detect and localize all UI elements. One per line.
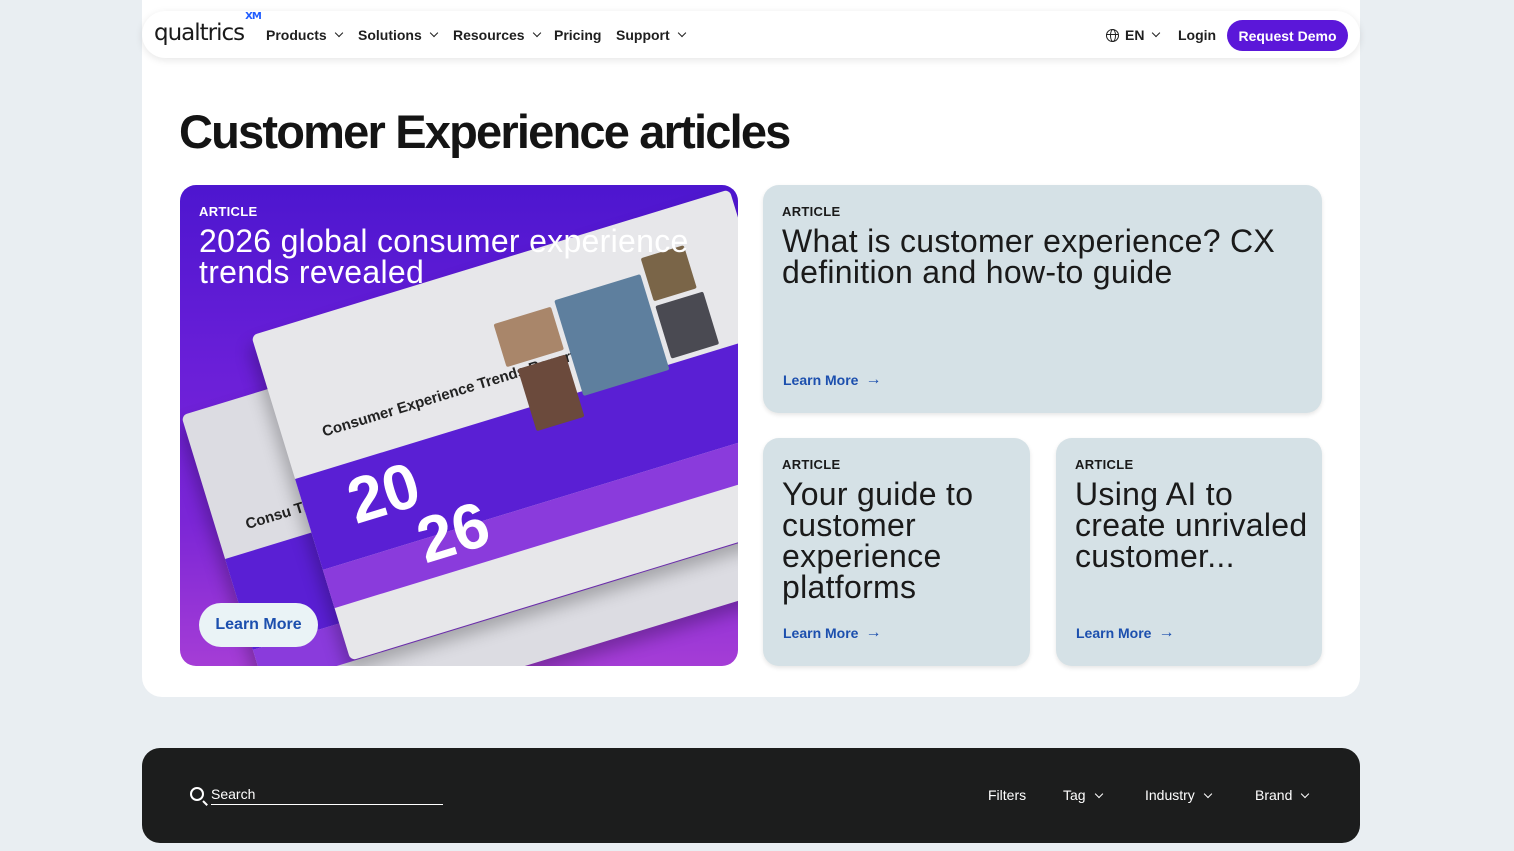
cover-photo xyxy=(655,291,720,359)
tag-dropdown-label: Tag xyxy=(1063,787,1086,803)
search-filter-bar: Filters Tag Industry Brand xyxy=(142,748,1360,843)
featured-article-card[interactable]: Consu Trend Consumer Experience Trends R… xyxy=(180,185,738,666)
industry-dropdown-label: Industry xyxy=(1145,787,1195,803)
learn-more-link[interactable]: Learn More → xyxy=(783,624,881,642)
learn-more-link[interactable]: Learn More → xyxy=(1076,624,1174,642)
chevron-down-icon xyxy=(677,28,686,38)
nav-resources[interactable]: Resources xyxy=(453,27,541,43)
nav-products-label: Products xyxy=(266,27,327,43)
article-title[interactable]: What is customer experience? CX definiti… xyxy=(782,225,1302,288)
article-card[interactable]: ARTICLE What is customer experience? CX … xyxy=(763,185,1322,413)
login-label: Login xyxy=(1178,27,1217,43)
article-card[interactable]: ARTICLE Using AI to create unrivaled cus… xyxy=(1056,438,1322,666)
nav-pricing-label: Pricing xyxy=(554,27,602,43)
search-icon[interactable] xyxy=(190,787,204,801)
article-title[interactable]: Your guide to customer experience platfo… xyxy=(782,478,1017,603)
article-eyebrow: ARTICLE xyxy=(782,204,841,219)
nav-solutions-label: Solutions xyxy=(358,27,422,43)
tag-dropdown[interactable]: Tag xyxy=(1063,787,1103,803)
top-nav: qualtricsXM Products Solutions Resources… xyxy=(142,11,1360,58)
chevron-down-icon xyxy=(532,28,541,38)
globe-icon xyxy=(1106,28,1119,42)
nav-resources-label: Resources xyxy=(453,27,525,43)
article-title[interactable]: Using AI to create unrivaled customer... xyxy=(1075,478,1310,572)
chevron-down-icon xyxy=(1152,28,1161,38)
arrow-right-icon: → xyxy=(865,624,882,641)
login-link[interactable]: Login xyxy=(1178,27,1216,43)
language-selector[interactable]: EN xyxy=(1106,27,1161,43)
article-title[interactable]: 2026 global consumer experience trends r… xyxy=(199,225,729,288)
article-eyebrow: ARTICLE xyxy=(782,457,841,472)
chevron-down-icon xyxy=(1094,789,1103,798)
logo-wordmark: qualtrics xyxy=(154,20,245,46)
request-demo-button[interactable]: Request Demo xyxy=(1227,20,1348,51)
industry-dropdown[interactable]: Industry xyxy=(1145,787,1213,803)
nav-products[interactable]: Products xyxy=(266,27,343,43)
learn-more-label: Learn More xyxy=(783,372,859,388)
nav-support[interactable]: Support xyxy=(616,27,686,43)
nav-support-label: Support xyxy=(616,27,670,43)
learn-more-label: Learn More xyxy=(1076,625,1152,641)
nav-pricing[interactable]: Pricing xyxy=(554,27,601,43)
chevron-down-icon xyxy=(1301,789,1310,798)
chevron-down-icon xyxy=(1203,789,1213,798)
qualtrics-logo[interactable]: qualtricsXM xyxy=(154,11,262,46)
chevron-down-icon xyxy=(334,28,343,38)
arrow-right-icon: → xyxy=(865,371,882,388)
search-input[interactable] xyxy=(211,784,443,805)
logo-xm: XM xyxy=(245,11,262,23)
article-eyebrow: ARTICLE xyxy=(199,204,258,219)
filters-label: Filters xyxy=(988,787,1027,803)
arrow-right-icon: → xyxy=(1158,624,1175,641)
nav-solutions[interactable]: Solutions xyxy=(358,27,439,43)
article-card[interactable]: ARTICLE Your guide to customer experienc… xyxy=(763,438,1030,666)
chevron-down-icon xyxy=(429,28,439,38)
page-title: Customer Experience articles xyxy=(179,105,791,158)
learn-more-label: Learn More xyxy=(783,625,859,641)
brand-dropdown-label: Brand xyxy=(1255,787,1293,803)
language-label: EN xyxy=(1125,27,1145,43)
learn-more-button[interactable]: Learn More xyxy=(199,603,318,647)
article-eyebrow: ARTICLE xyxy=(1075,457,1134,472)
learn-more-link[interactable]: Learn More → xyxy=(783,371,881,389)
brand-dropdown[interactable]: Brand xyxy=(1255,787,1310,803)
